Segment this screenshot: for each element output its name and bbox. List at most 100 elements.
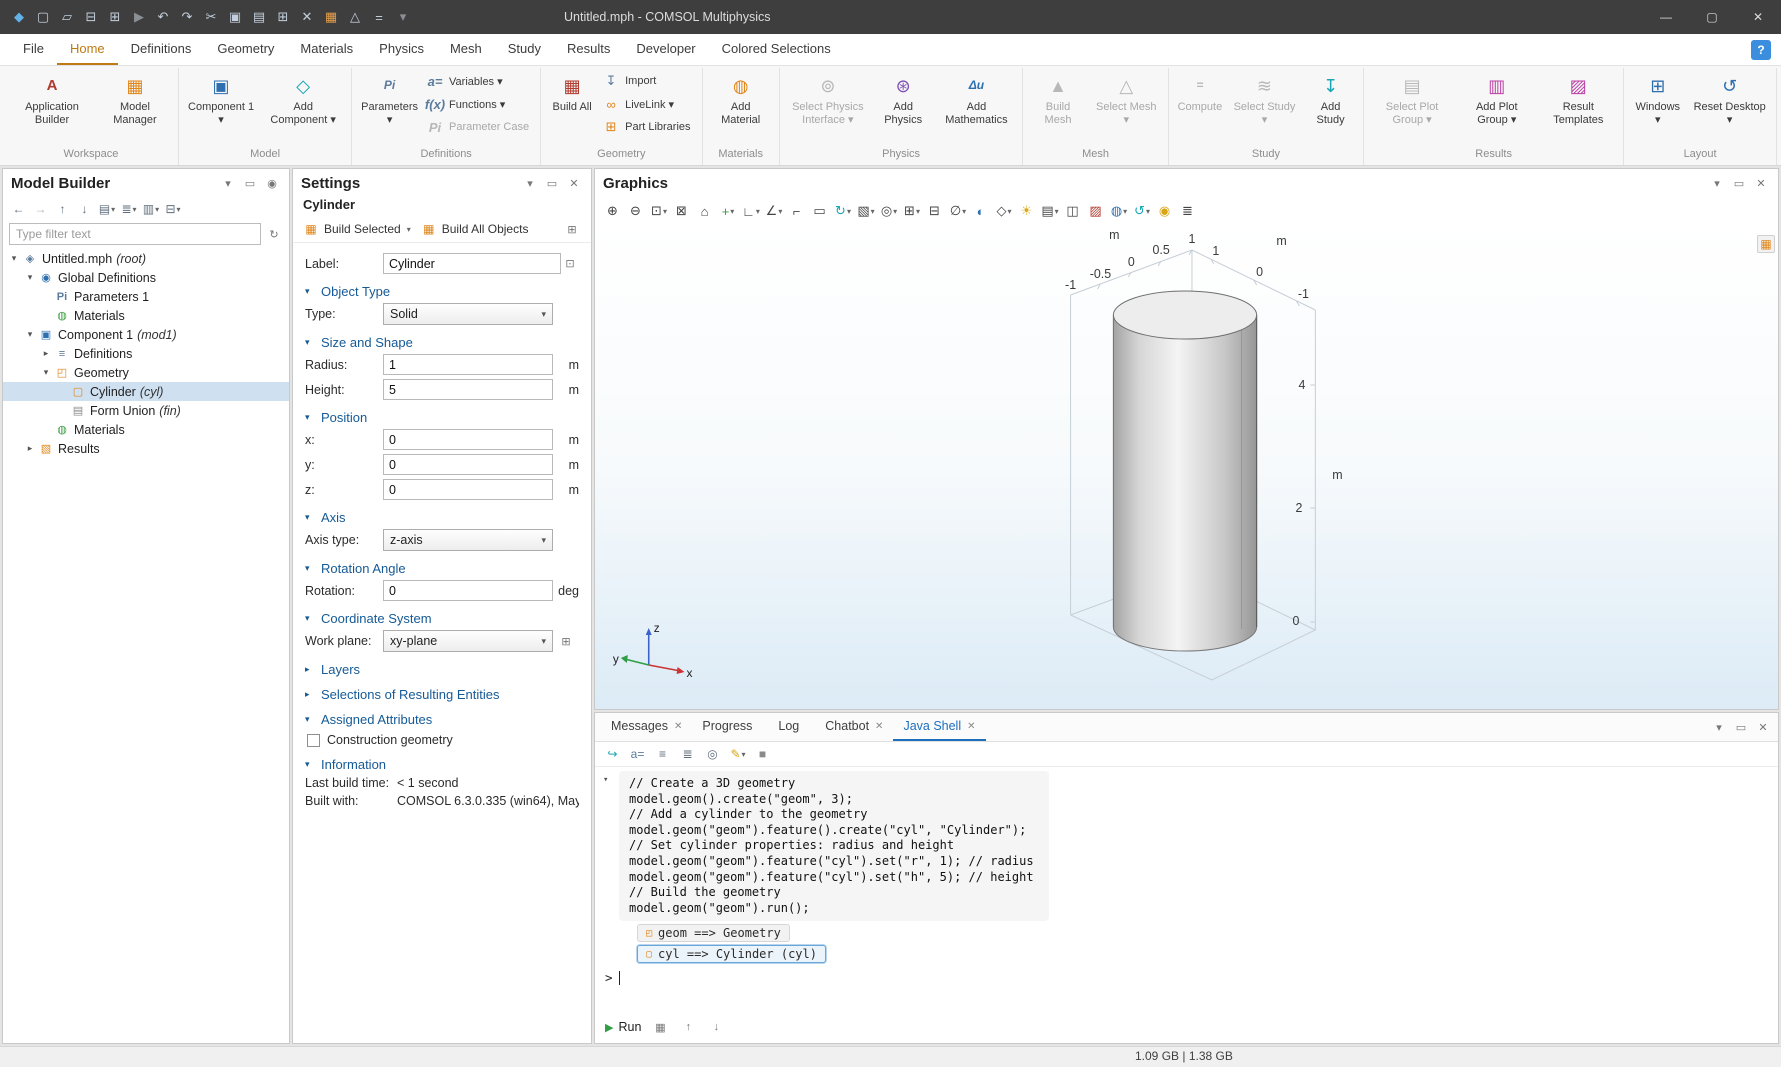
next-command-icon[interactable]: ↓ (707, 1018, 725, 1036)
add-mathematics-button[interactable]: ΔuAdd Mathematics (935, 70, 1017, 129)
functions-button[interactable]: f(x)Functions ▾ (424, 93, 535, 115)
menu-colored-selections[interactable]: Colored Selections (709, 34, 844, 65)
orientation-icon[interactable]: +▾ (718, 201, 738, 221)
customize-toolbar-icon[interactable]: ▾ (392, 6, 414, 28)
result-cyl[interactable]: ▢ cyl ==> Cylinder (cyl) (637, 945, 826, 963)
add-component-button[interactable]: ◇Add Component ▾ (260, 70, 346, 129)
go-to-source-icon[interactable]: ⊞ (563, 220, 581, 238)
completions-icon[interactable]: a= (628, 745, 648, 763)
save-to-model-manager-icon[interactable]: ⊞ (104, 6, 126, 28)
line-numbers-icon[interactable]: ≡ (653, 745, 673, 763)
tree-node-definitions[interactable]: ▸ ≡ Definitions (3, 344, 289, 363)
select-physics-interface-button[interactable]: ⊚Select Physics Interface ▾ (785, 70, 871, 129)
build-mesh-quick-icon[interactable]: △ (344, 6, 366, 28)
transparency-icon[interactable]: ◐ (971, 201, 991, 221)
zoom-extents-icon[interactable]: ⊡▾ (649, 201, 669, 221)
stop-icon[interactable]: ■ (753, 745, 773, 763)
filter-input[interactable] (9, 223, 261, 245)
import-button[interactable]: ↧Import (600, 70, 696, 92)
tree-node-global-definitions[interactable]: ▾ ◉ Global Definitions (3, 268, 289, 287)
float-panel-icon[interactable]: ▭ (241, 174, 259, 192)
x-input[interactable] (383, 429, 553, 450)
go-to-plane-icon[interactable]: ⊞ (557, 632, 575, 650)
previous-command-icon[interactable]: ↑ (679, 1018, 697, 1036)
zoom-out-icon[interactable]: ⊖ (626, 201, 646, 221)
close-button[interactable]: ✕ (1735, 0, 1781, 34)
zoom-in-icon[interactable]: ⊕ (603, 201, 623, 221)
section-object-type[interactable]: ▾Object Type (305, 284, 579, 299)
view-options-icon[interactable]: ▤▾ (1040, 201, 1060, 221)
wireframe-icon[interactable]: ◇▾ (994, 201, 1014, 221)
move-down-icon[interactable]: ↓ (75, 200, 95, 218)
tab-java-shell[interactable]: Java Shell ✕ (893, 713, 985, 741)
hide-objects-icon[interactable]: ∅▾ (948, 201, 968, 221)
collapsed-side-panel-icon[interactable]: ▦ (1757, 235, 1775, 253)
label-input[interactable] (383, 253, 561, 274)
paste-icon[interactable]: ▤ (248, 6, 270, 28)
new-file-icon[interactable]: ▢ (32, 6, 54, 28)
tree-node-cylinder[interactable]: ▢ Cylinder (cyl) (3, 382, 289, 401)
show-options-icon[interactable]: ▤▾ (97, 200, 117, 218)
panel-menu-icon[interactable]: ▾ (1708, 174, 1726, 192)
create-selection-icon[interactable]: ⊡ (561, 255, 579, 273)
height-input[interactable] (383, 379, 553, 400)
pin-panel-icon[interactable]: ◉ (263, 174, 281, 192)
tree-node-parameters-1[interactable]: Pi Parameters 1 (3, 287, 289, 306)
menu-definitions[interactable]: Definitions (118, 34, 205, 65)
menu-home[interactable]: Home (57, 34, 118, 65)
maximize-button[interactable]: ▢ (1689, 0, 1735, 34)
menu-developer[interactable]: Developer (623, 34, 708, 65)
close-tab-icon[interactable]: ✕ (967, 721, 975, 732)
build-mesh-button[interactable]: ▲Build Mesh (1028, 70, 1087, 129)
help-button[interactable]: ? (1751, 40, 1771, 60)
panel-menu-icon[interactable]: ▾ (521, 174, 539, 192)
z-input[interactable] (383, 479, 553, 500)
print-icon[interactable]: ≣ (1178, 201, 1198, 221)
go-to-default-view-icon[interactable]: ⌂ (695, 201, 715, 221)
save-file-icon[interactable]: ⊟ (80, 6, 102, 28)
expander-icon[interactable]: ▾ (23, 329, 37, 340)
refresh-view-icon[interactable]: ↻▾ (833, 201, 853, 221)
menu-mesh[interactable]: Mesh (437, 34, 495, 65)
expander-icon[interactable]: ▸ (39, 348, 53, 359)
select-box-icon[interactable]: ⊞▾ (902, 201, 922, 221)
compute-button[interactable]: =Compute (1174, 70, 1226, 117)
tree-node-materials-component[interactable]: ◍ Materials (3, 420, 289, 439)
y-input[interactable] (383, 454, 553, 475)
expander-icon[interactable]: ▾ (23, 272, 37, 283)
construction-geometry-checkbox[interactable] (307, 734, 320, 747)
build-all-button[interactable]: ▦Build All (546, 70, 598, 117)
appearance-icon[interactable]: ▧▾ (856, 201, 876, 221)
undo-icon[interactable]: ↶ (152, 6, 174, 28)
tab-messages[interactable]: Messages ✕ (601, 713, 692, 741)
view-zx-plane-icon[interactable]: ⌐ (787, 201, 807, 221)
select-mesh-button[interactable]: △Select Mesh ▾ (1090, 70, 1163, 129)
panel-menu-icon[interactable]: ▾ (219, 174, 237, 192)
application-builder-button[interactable]: AApplication Builder (9, 70, 95, 129)
result-geom[interactable]: ◰ geom ==> Geometry (637, 924, 790, 942)
close-panel-icon[interactable]: ✕ (565, 174, 583, 192)
part-libraries-button[interactable]: ⊞Part Libraries (600, 116, 696, 138)
view-xy-plane-icon[interactable]: ∟▾ (741, 201, 761, 221)
work-plane-select[interactable]: xy-plane▾ (383, 630, 553, 652)
comsol-logo-icon[interactable]: ◆ (8, 6, 30, 28)
close-panel-icon[interactable]: ✕ (1752, 174, 1770, 192)
build-all-quick-icon[interactable]: ▦ (320, 6, 342, 28)
select-plot-group-button[interactable]: ▤Select Plot Group ▾ (1369, 70, 1455, 129)
measure-icon[interactable]: ▭ (810, 201, 830, 221)
select-study-button[interactable]: ≋Select Study ▾ (1228, 70, 1301, 129)
section-information[interactable]: ▾Information (305, 757, 579, 772)
section-coordinate-system[interactable]: ▾Coordinate System (305, 611, 579, 626)
zoom-box-icon[interactable]: ⊠ (672, 201, 692, 221)
menu-materials[interactable]: Materials (287, 34, 366, 65)
livelink-button[interactable]: ∞LiveLink ▾ (600, 93, 696, 115)
open-file-icon[interactable]: ▱ (56, 6, 78, 28)
copy-icon[interactable]: ▣ (224, 6, 246, 28)
snapshot-icon[interactable]: ◉ (1155, 201, 1175, 221)
back-icon[interactable]: ← (9, 200, 29, 218)
collapse-tree-icon[interactable]: ⊟▾ (163, 200, 183, 218)
camera-icon[interactable]: ◎▾ (879, 201, 899, 221)
split-view-icon[interactable]: ◫ (1063, 201, 1083, 221)
tree-node-form-union[interactable]: ▤ Form Union (fin) (3, 401, 289, 420)
graphics-canvas[interactable]: m 1 0.5 0 -0.5 -1 m 1 0 -1 4 2 0 (595, 225, 1778, 709)
